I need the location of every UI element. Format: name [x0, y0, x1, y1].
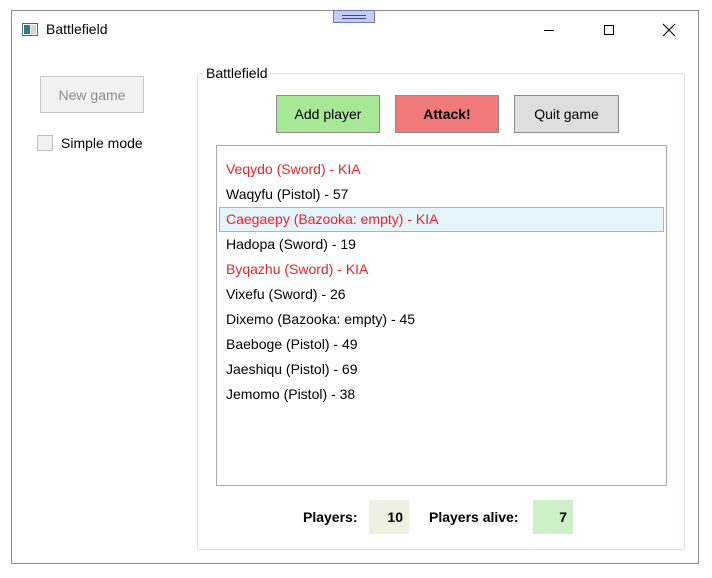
- players-label: Players:: [303, 509, 358, 525]
- player-list-item[interactable]: Jaeshiqu (Pistol) - 69: [219, 357, 664, 382]
- player-list-item[interactable]: Baeboge (Pistol) - 49: [219, 332, 664, 357]
- player-list-item[interactable]: Waqyfu (Pistol) - 57: [219, 182, 664, 207]
- player-list-item[interactable]: Dixemo (Bazooka: empty) - 45: [219, 307, 664, 332]
- simple-mode-checkbox[interactable]: [37, 135, 53, 151]
- minimize-icon: [544, 30, 554, 31]
- maximize-icon: [604, 25, 614, 35]
- attack-button[interactable]: Attack!: [395, 95, 499, 133]
- window-title: Battlefield: [46, 21, 108, 37]
- quit-game-button[interactable]: Quit game: [514, 95, 619, 133]
- player-list-item[interactable]: Jemomo (Pistol) - 38: [219, 382, 664, 407]
- close-button[interactable]: [646, 11, 692, 49]
- new-game-button[interactable]: New game: [40, 76, 144, 113]
- players-alive-label: Players alive:: [429, 509, 519, 525]
- player-list-item[interactable]: Byqazhu (Sword) - KIA: [219, 257, 664, 282]
- maximize-button[interactable]: [586, 11, 632, 49]
- main-window: Battlefield New game Simple mode Battlef…: [11, 10, 699, 564]
- groupbox-title: Battlefield: [203, 65, 271, 81]
- player-listbox[interactable]: Veqydo (Sword) - KIA Waqyfu (Pistol) - 57…: [216, 145, 667, 486]
- player-list-item[interactable]: Hadopa (Sword) - 19: [219, 232, 664, 257]
- title-bar[interactable]: Battlefield: [12, 10, 698, 49]
- add-player-button[interactable]: Add player: [276, 95, 380, 133]
- simple-mode-label: Simple mode: [61, 135, 143, 151]
- players-alive-count: 7: [533, 500, 573, 534]
- simple-mode-checkbox-row[interactable]: Simple mode: [37, 135, 143, 151]
- player-list-item[interactable]: Veqydo (Sword) - KIA: [219, 157, 664, 182]
- app-icon: [22, 23, 38, 36]
- player-list-item[interactable]: Caegaepy (Bazooka: empty) - KIA: [219, 207, 664, 232]
- minimize-button[interactable]: [526, 11, 572, 49]
- close-icon: [662, 23, 676, 37]
- players-count: 10: [369, 500, 409, 534]
- drag-grip-icon[interactable]: [333, 10, 375, 23]
- player-list-item[interactable]: Vixefu (Sword) - 26: [219, 282, 664, 307]
